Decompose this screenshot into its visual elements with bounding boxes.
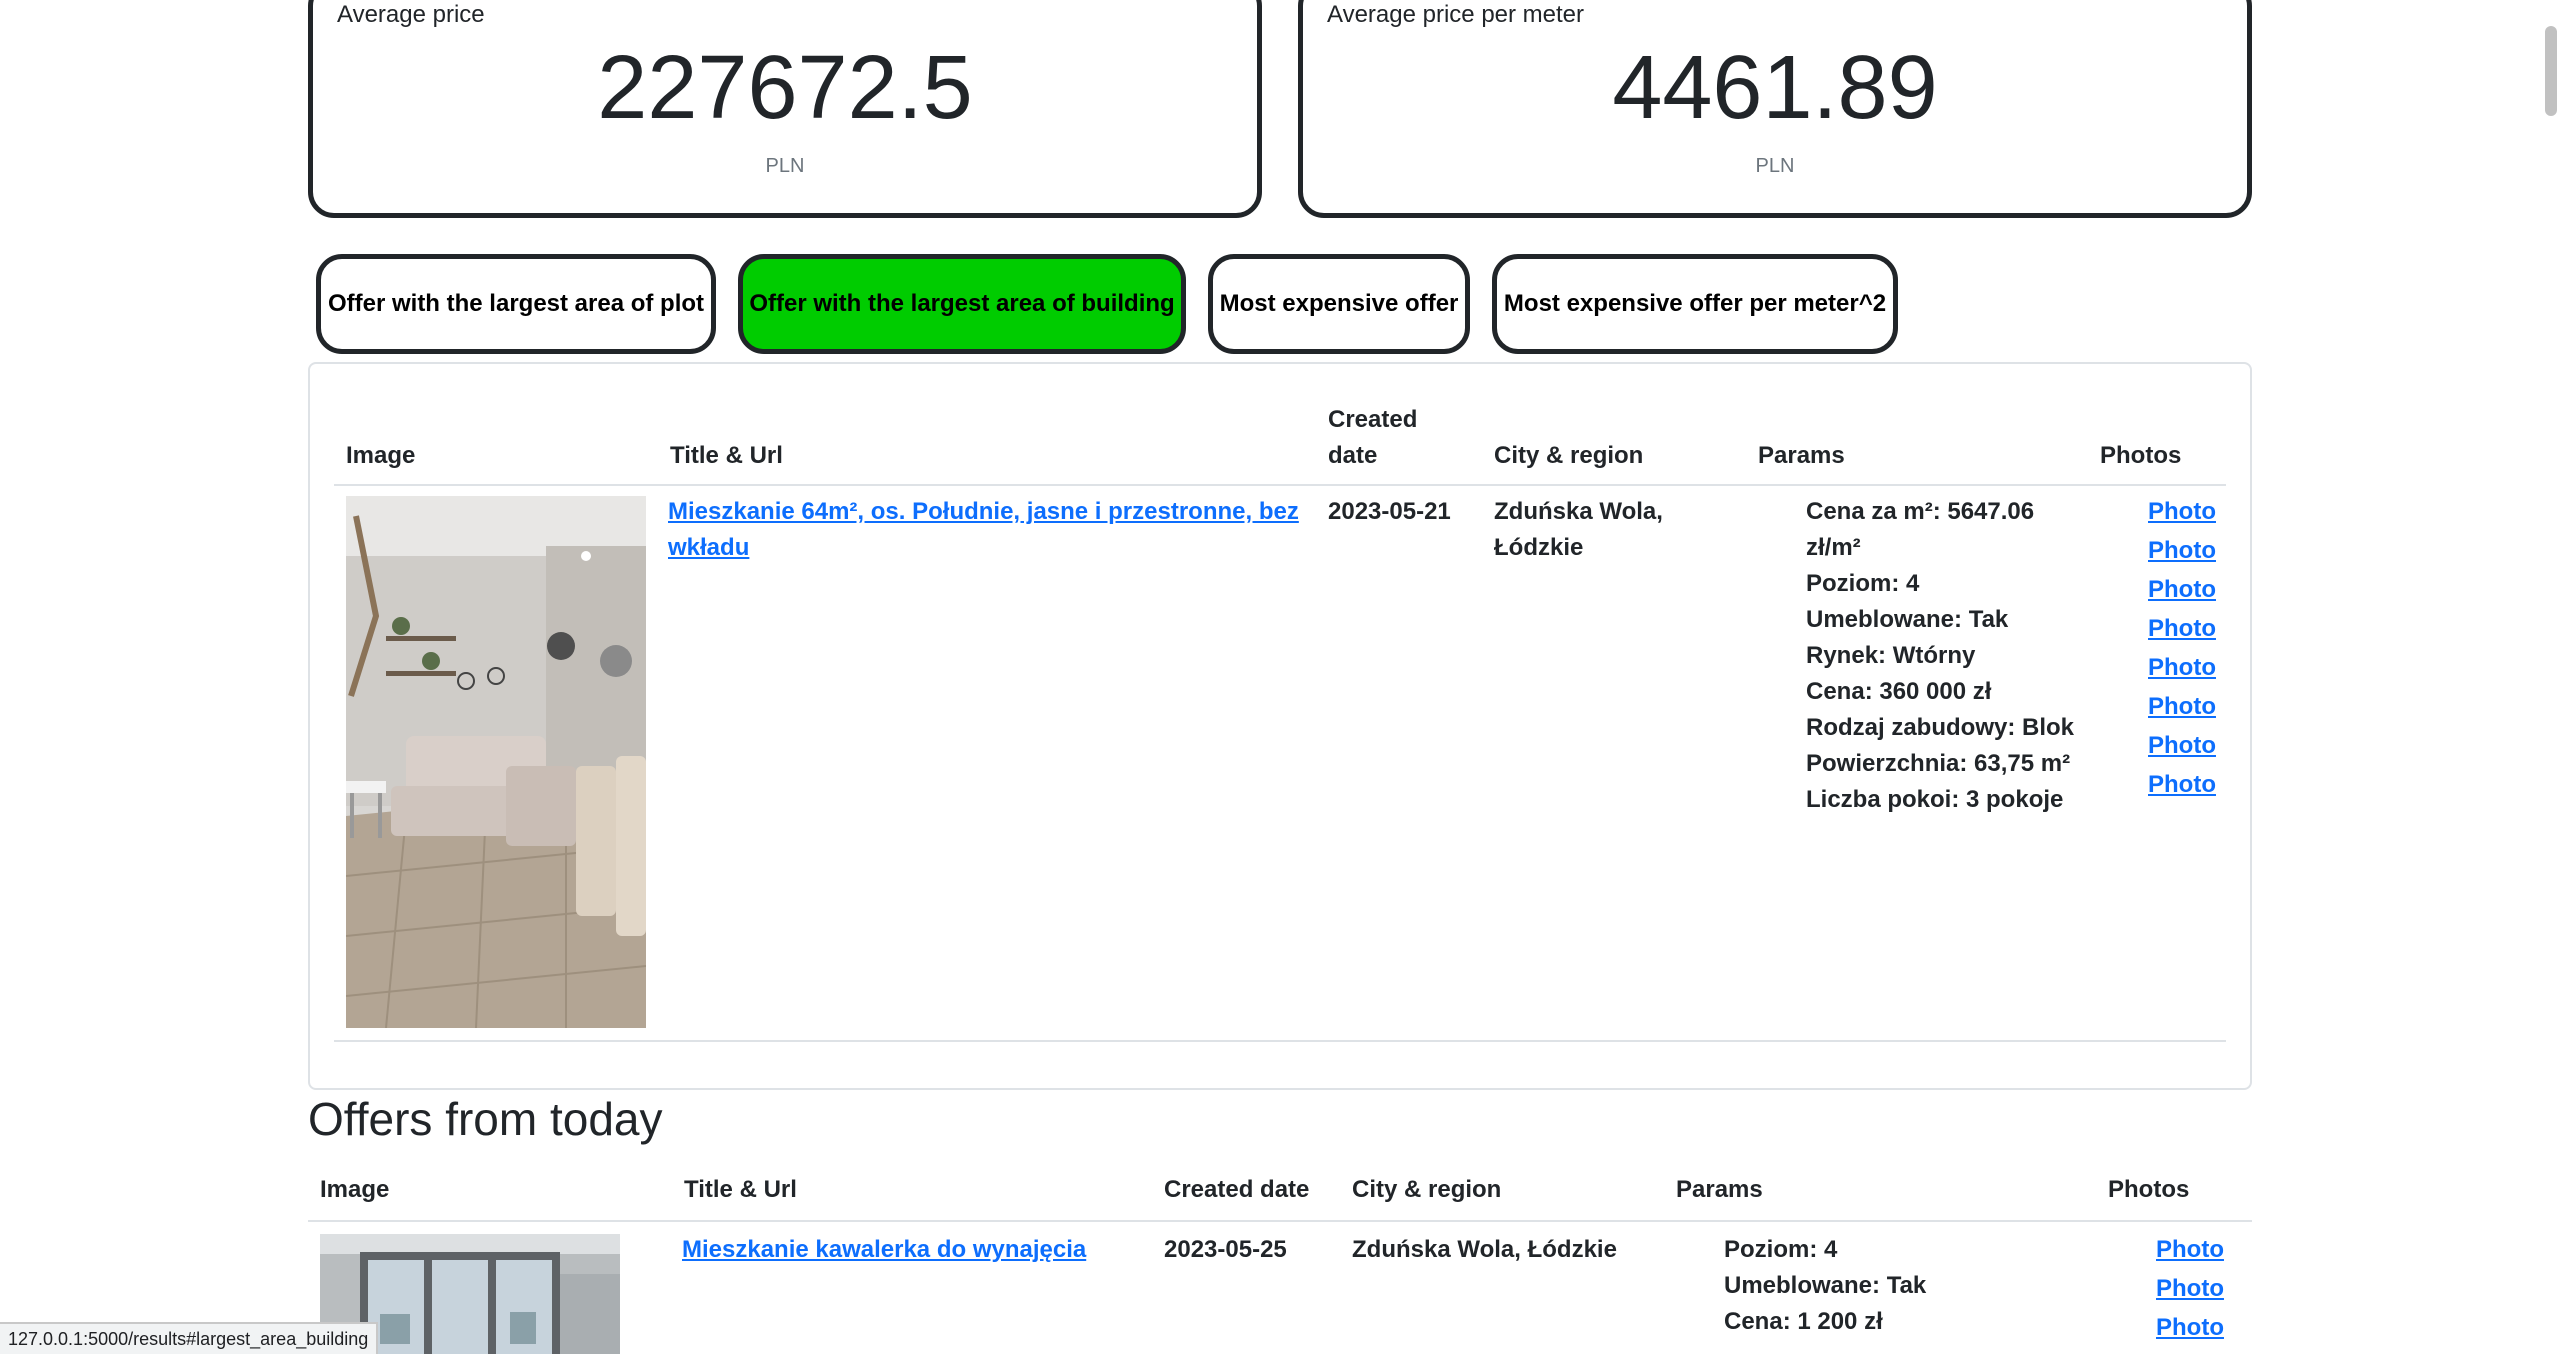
featured-offer-panel: Image Title & Url Created date City & re… [308,362,2252,1090]
average-price-card: Average price 227672.5 PLN [308,0,1262,218]
photo-link[interactable]: Photo [2156,1236,2224,1263]
average-price-per-meter-value: 4461.89 [1612,38,1938,138]
photo-link[interactable]: Photo [2148,654,2216,681]
param-item: Cena za m²: 5647.06 [1806,498,2035,525]
today-header-divider [308,1220,2252,1222]
photo-link[interactable]: Photo [2148,771,2216,798]
col-header-title: Title & Url [670,442,783,469]
living-room-image [346,496,646,1028]
average-price-unit: PLN [765,155,805,177]
photo-link[interactable]: Photo [2148,498,2216,525]
col-header-created-line1: Created [1328,406,1418,433]
today-offer-title[interactable]: Mieszkanie kawalerka do wynajęcia [682,1232,1086,1268]
param-item: Rynek: Wtórny [1806,642,1976,669]
photo-link[interactable]: Photo [2148,576,2216,603]
col-header-photos: Photos [2100,442,2182,469]
featured-offer-link-line1[interactable]: Mieszkanie 64m², os. Południe, jasne i p… [668,498,1299,525]
average-price-per-meter-card: Average price per meter 4461.89 PLN [1298,0,2252,218]
today-offer-photos: Photo Photo Photo [2156,1232,2224,1349]
today-offer-city: Zduńska Wola, Łódzkie [1352,1236,1617,1263]
featured-offer-created-date: 2023-05-21 [1328,498,1451,525]
today-offer-created-date: 2023-05-25 [1164,1236,1287,1263]
featured-offer-title[interactable]: Mieszkanie 64m², os. Południe, jasne i p… [668,494,1299,566]
featured-offer-city-line2: Łódzkie [1494,534,1584,561]
browser-status-bar: 127.0.0.1:5000/results#largest_area_buil… [0,1322,379,1354]
results-page: Average price 227672.5 PLN Average price… [0,0,2557,1354]
average-price-per-meter-label: Average price per meter [1327,1,1585,28]
col-header-city: City & region [1494,442,1644,469]
featured-offer-photo [346,496,646,1028]
tab-largest-area-plot[interactable]: Offer with the largest area of plot [316,254,716,354]
tab-largest-area-building[interactable]: Offer with the largest area of building [738,254,1186,354]
featured-offer-photos: Photo Photo Photo Photo Photo Photo Phot… [2148,494,2216,806]
param-item: zł/m² [1806,534,1861,561]
today-col-header-image: Image [320,1176,390,1203]
header-divider [334,484,2226,486]
today-col-header-params: Params [1676,1176,1763,1203]
param-item: Cena: 1 200 zł [1724,1308,1883,1335]
param-item: Umeblowane: Tak [1724,1272,1927,1299]
today-col-header-created: Created date [1164,1176,1310,1203]
featured-offer-city-line1: Zduńska Wola, [1494,498,1663,525]
param-item: Rodzaj zabudowy: Blok [1806,714,2075,741]
today-col-header-title: Title & Url [684,1176,797,1203]
photo-link[interactable]: Photo [2148,537,2216,564]
average-price-per-meter-unit: PLN [1755,155,1795,177]
average-price-label: Average price [337,1,485,28]
param-item: Umeblowane: Tak [1806,606,2009,633]
col-header-params: Params [1758,442,1845,469]
offer-tabs: Offer with the largest area of plot Offe… [316,254,1898,354]
row-divider [334,1040,2226,1042]
param-item: Poziom: 4 [1724,1236,1838,1263]
average-price-value: 227672.5 [597,38,973,138]
param-item: Poziom: 4 [1806,570,1920,597]
param-item: Liczba pokoi: 3 pokoje [1806,786,2064,813]
featured-offer-city: Zduńska Wola, Łódzkie [1494,494,1663,566]
page-scrollbar[interactable] [2545,26,2557,116]
today-offer-params: Poziom: 4 Umeblowane: Tak Cena: 1 200 zł [1724,1232,1926,1340]
today-offer-link[interactable]: Mieszkanie kawalerka do wynajęcia [682,1236,1086,1263]
photo-link[interactable]: Photo [2148,693,2216,720]
tab-most-expensive[interactable]: Most expensive offer [1208,254,1470,354]
photo-link[interactable]: Photo [2148,732,2216,759]
featured-offer-params: Cena za m²: 5647.06 zł/m² Poziom: 4 Umeb… [1806,494,2074,818]
tab-most-expensive-per-meter[interactable]: Most expensive offer per meter^2 [1492,254,1898,354]
col-header-image: Image [346,442,416,469]
photo-link[interactable]: Photo [2156,1314,2224,1341]
featured-offer-link-line2[interactable]: wkładu [668,534,749,561]
photo-link[interactable]: Photo [2148,615,2216,642]
today-col-header-city: City & region [1352,1176,1502,1203]
param-item: Powierzchnia: 63,75 m² [1806,750,2071,777]
col-header-created-line2: date [1328,442,1378,469]
photo-link[interactable]: Photo [2156,1275,2224,1302]
param-item: Cena: 360 000 zł [1806,678,1992,705]
today-col-header-photos: Photos [2108,1176,2190,1203]
section-title-offers-today: Offers from today [308,1093,663,1145]
